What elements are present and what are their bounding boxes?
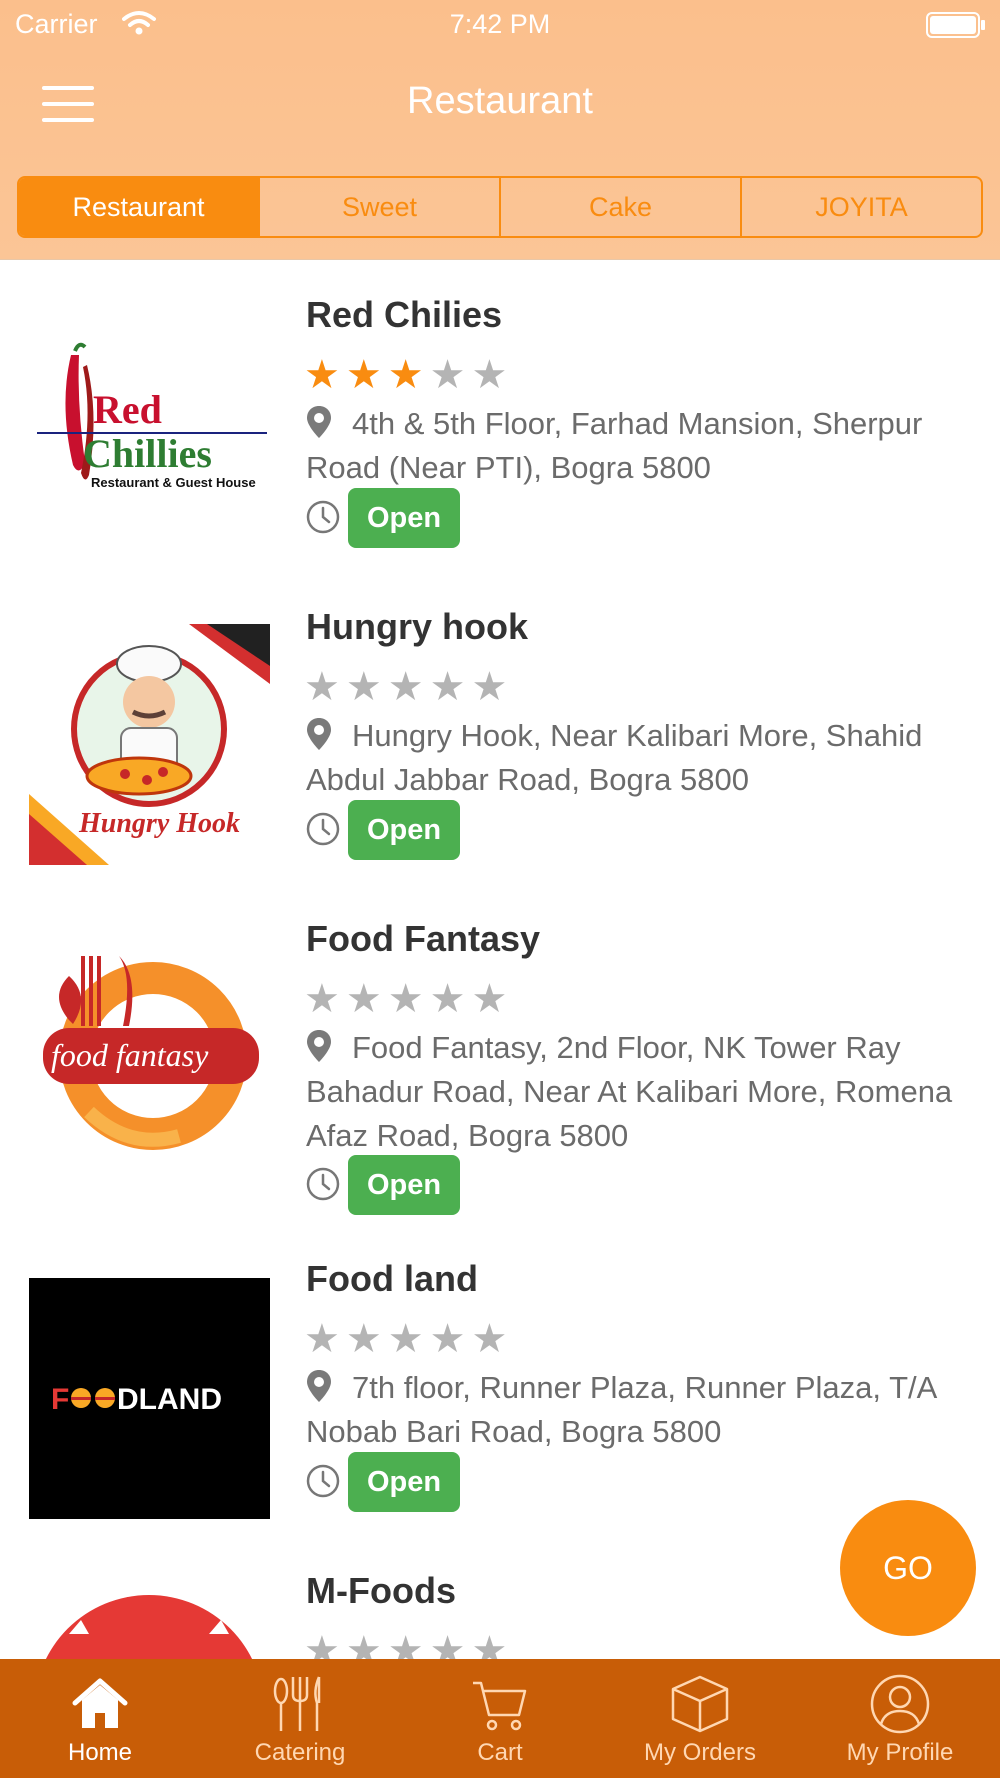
- star-icon: ★: [345, 353, 388, 397]
- star-icon: ★: [304, 977, 346, 1021]
- tab-label: My Profile: [846, 1739, 954, 1766]
- open-status-badge: Open: [348, 488, 460, 548]
- clock-icon: [306, 500, 340, 534]
- star-icon: ★: [387, 1629, 430, 1659]
- restaurant-address: 7th floor, Runner Plaza, Runner Plaza, T…: [306, 1370, 936, 1449]
- restaurant-logo: F DLAND: [29, 1278, 270, 1519]
- tab-label: Catering: [254, 1739, 346, 1766]
- star-icon: ★: [387, 977, 430, 1021]
- box-icon: [671, 1675, 729, 1733]
- restaurant-name: Food Fantasy: [306, 918, 541, 959]
- status-time: 7:42 PM: [449, 9, 551, 39]
- profile-icon: [870, 1674, 930, 1734]
- star-icon: ★: [387, 353, 430, 397]
- logo-text-chillies: Chillies: [83, 431, 212, 476]
- clock-icon: [306, 1464, 340, 1498]
- star-icon: ★: [304, 353, 346, 397]
- tab-my-orders[interactable]: My Orders: [600, 1659, 800, 1778]
- logo-text: Hungry Hook: [78, 808, 240, 839]
- battery-icon: [926, 12, 985, 38]
- rating-stars: ★★★★★: [304, 353, 513, 397]
- cutlery-icon: [273, 1676, 321, 1731]
- rating-stars: ★★★★★: [304, 1317, 513, 1361]
- status-bar: Carrier 7:42 PM: [0, 0, 1000, 50]
- star-icon: ★: [345, 1629, 388, 1659]
- logo-text-end: DLAND: [117, 1383, 222, 1416]
- logo-text-red: Red: [93, 387, 162, 432]
- tab-label: Home: [67, 1739, 133, 1766]
- restaurant-list[interactable]: Red Chillies Restaurant & Guest House Re…: [0, 261, 1000, 1659]
- tab-label: My Orders: [643, 1739, 756, 1766]
- tab-my-profile[interactable]: My Profile: [800, 1659, 1000, 1778]
- restaurant-item[interactable]: Hungry Hook Hungry hook ★★★★★ Hungry Hoo…: [0, 573, 1000, 885]
- tab-home[interactable]: Home: [0, 1659, 200, 1778]
- logo-text-start: F: [51, 1383, 69, 1416]
- segment-joyita[interactable]: JOYITA: [742, 178, 981, 236]
- restaurant-name: Food land: [306, 1258, 478, 1299]
- star-icon: ★: [471, 665, 514, 709]
- restaurant-item[interactable]: Red Chillies Restaurant & Guest House Re…: [0, 261, 1000, 573]
- rating-stars: ★★★★★: [304, 977, 513, 1021]
- category-segmented-control: Restaurant Sweet Cake JOYITA: [17, 176, 983, 238]
- star-icon: ★: [304, 665, 346, 709]
- rating-stars: ★★★★★: [304, 665, 513, 709]
- restaurant-logo: Hungry Hook: [29, 624, 270, 865]
- logo-text: food fantasy: [51, 1037, 209, 1073]
- star-icon: ★: [387, 665, 430, 709]
- tab-label: Cart: [477, 1739, 523, 1766]
- star-icon: ★: [429, 665, 472, 709]
- restaurant-logo: [29, 1590, 270, 1659]
- star-icon: ★: [471, 353, 514, 397]
- star-icon: ★: [304, 1317, 346, 1361]
- star-icon: ★: [429, 1317, 472, 1361]
- star-icon: ★: [345, 665, 388, 709]
- bottom-tab-bar: Home Catering Cart My Orders My Profile: [0, 1659, 1000, 1778]
- segment-sweet[interactable]: Sweet: [260, 178, 501, 236]
- restaurant-name: Hungry hook: [306, 606, 528, 647]
- restaurant-logo: food fantasy: [29, 936, 270, 1177]
- home-icon: [72, 1678, 128, 1728]
- restaurant-address: 4th & 5th Floor, Farhad Mansion, Sherpur…: [306, 406, 923, 485]
- restaurant-logo: Red Chillies Restaurant & Guest House: [29, 325, 270, 566]
- star-icon: ★: [429, 1629, 472, 1659]
- tab-cart[interactable]: Cart: [400, 1659, 600, 1778]
- open-status-badge: Open: [348, 800, 460, 860]
- tab-catering[interactable]: Catering: [200, 1659, 400, 1778]
- open-status-badge: Open: [348, 1155, 460, 1215]
- open-status-badge: Open: [348, 1452, 460, 1512]
- star-icon: ★: [471, 1629, 514, 1659]
- cart-icon: [473, 1681, 527, 1731]
- star-icon: ★: [345, 977, 388, 1021]
- restaurant-name: Red Chilies: [306, 294, 503, 335]
- restaurant-name: M-Foods: [306, 1570, 456, 1611]
- star-icon: ★: [429, 977, 472, 1021]
- star-icon: ★: [304, 1629, 346, 1659]
- segment-restaurant[interactable]: Restaurant: [19, 178, 260, 236]
- star-icon: ★: [429, 353, 472, 397]
- restaurant-address: Hungry Hook, Near Kalibari More, Shahid …: [306, 718, 923, 797]
- segment-cake[interactable]: Cake: [501, 178, 742, 236]
- restaurant-address: Food Fantasy, 2nd Floor, NK Tower Ray Ba…: [306, 1030, 953, 1153]
- restaurant-item[interactable]: food fantasy Food Fantasy ★★★★★ Food Fan…: [0, 885, 1000, 1240]
- star-icon: ★: [387, 1317, 430, 1361]
- clock-icon: [306, 1167, 340, 1201]
- go-button[interactable]: GO: [840, 1500, 976, 1636]
- star-icon: ★: [345, 1317, 388, 1361]
- star-icon: ★: [471, 977, 514, 1021]
- clock-icon: [306, 812, 340, 846]
- restaurant-item[interactable]: F DLAND Food land ★★★★★ 7th floor, Runne…: [0, 1240, 1000, 1552]
- rating-stars: ★★★★★: [304, 1629, 513, 1659]
- page-title: Restaurant: [407, 80, 593, 122]
- header: Carrier 7:42 PM Restaurant Restaurant Sw…: [0, 0, 1000, 260]
- logo-tagline: Restaurant & Guest House: [91, 475, 256, 490]
- star-icon: ★: [471, 1317, 514, 1361]
